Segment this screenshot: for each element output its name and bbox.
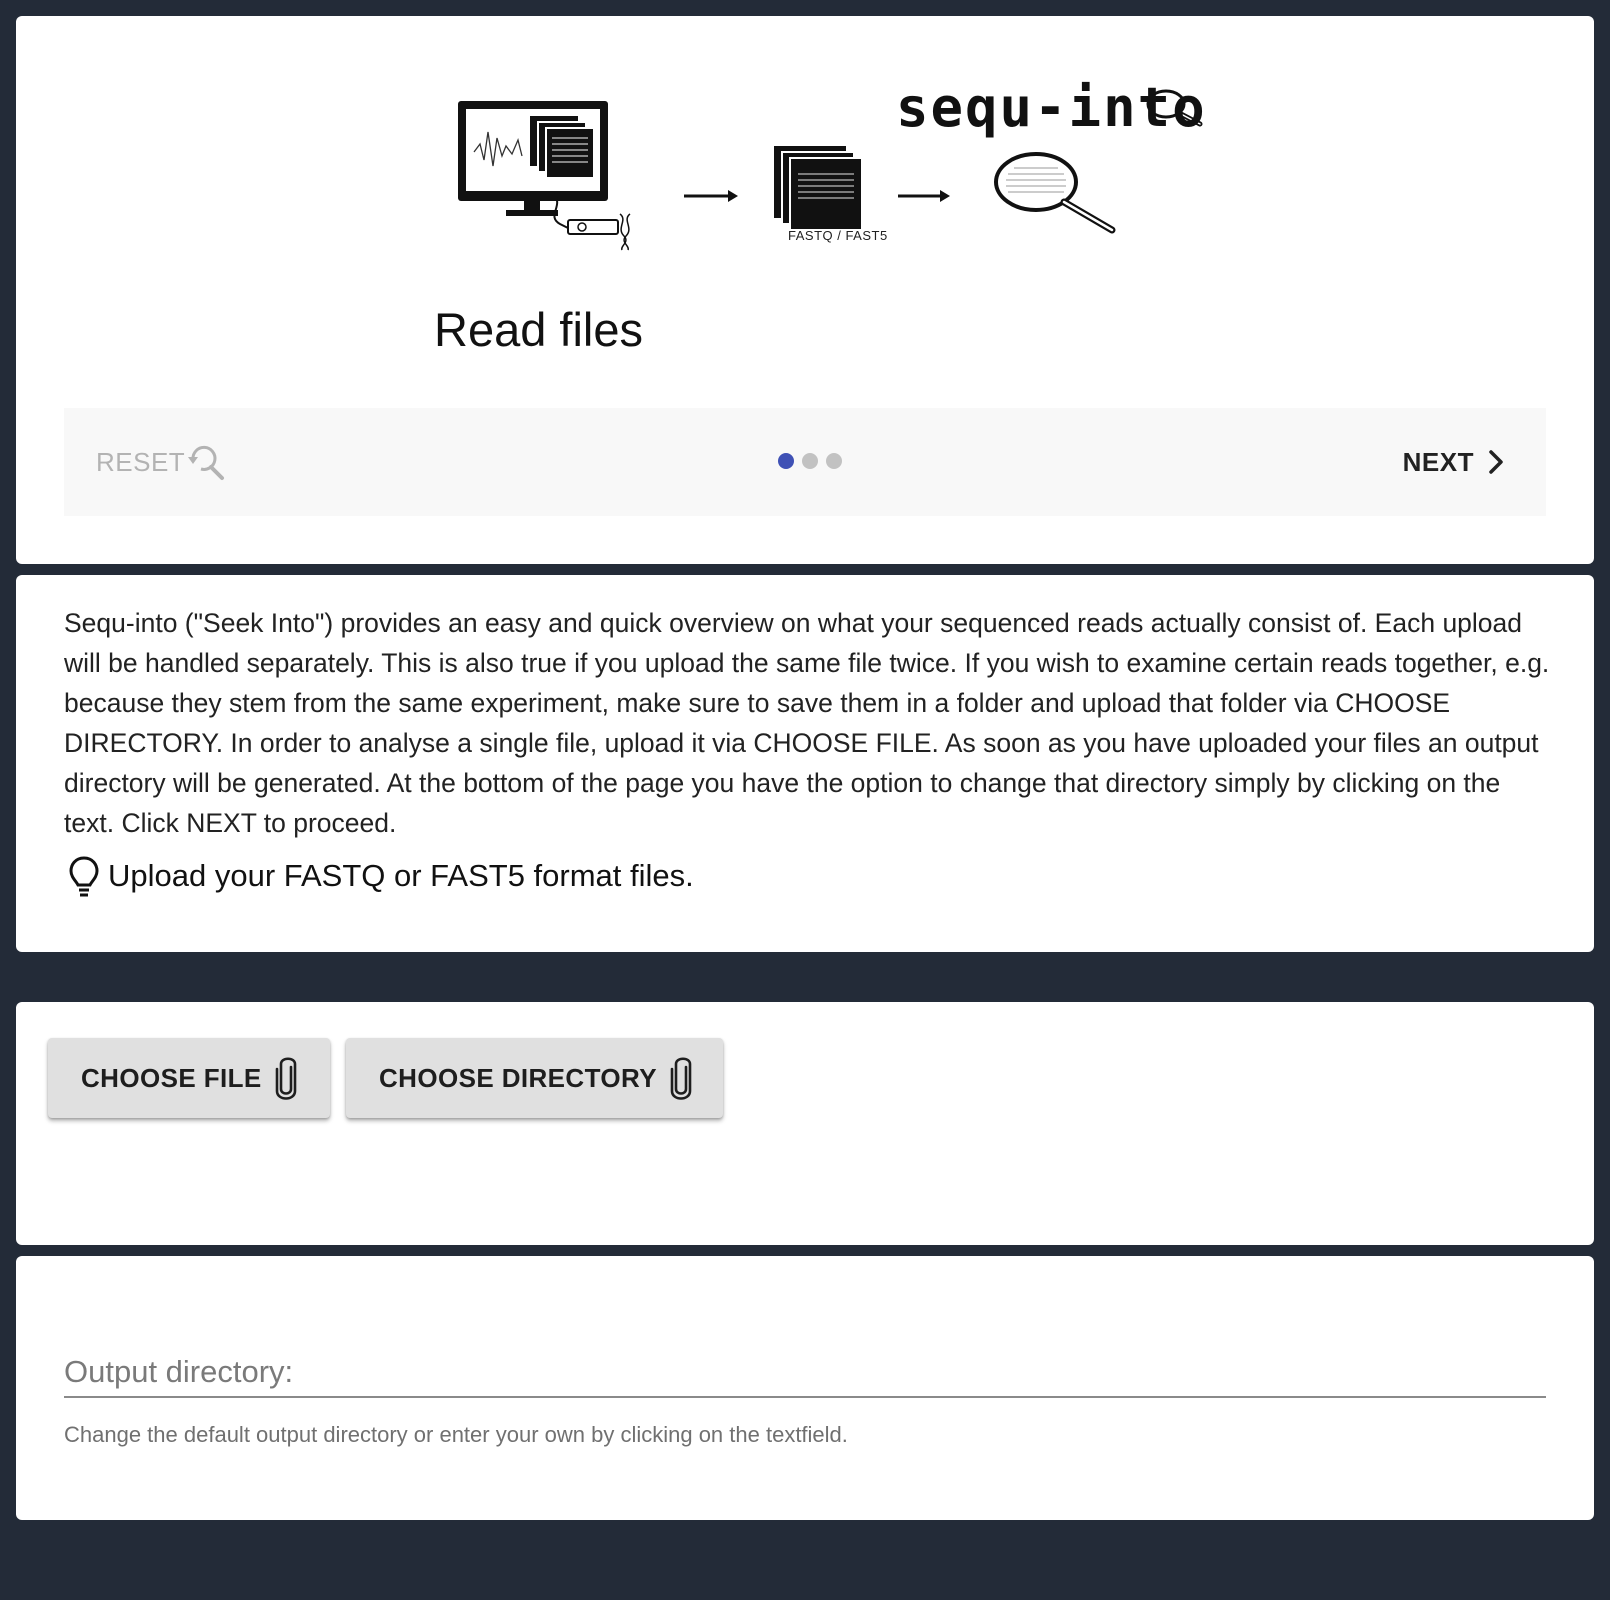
upload-card: CHOOSE FILE CHOOSE DIRECTORY	[16, 1002, 1594, 1245]
choose-file-label: CHOOSE FILE	[81, 1062, 262, 1093]
next-label: NEXT	[1402, 446, 1474, 477]
description-text: Sequ-into ("Seek Into") provides an easy…	[64, 608, 1550, 838]
hint: Upload your FASTQ or FAST5 format files.	[68, 855, 694, 897]
choose-directory-label: CHOOSE DIRECTORY	[379, 1062, 657, 1093]
choose-file-button[interactable]: CHOOSE FILE	[48, 1038, 330, 1118]
reset-search-icon	[188, 445, 225, 480]
info-card: Sequ-into ("Seek Into") provides an easy…	[16, 575, 1594, 952]
hint-text: Upload your FASTQ or FAST5 format files.	[108, 858, 694, 893]
sequ-into-logo: sequ-into FASTQ / FAST5	[446, 56, 1246, 266]
paperclip-icon	[670, 1057, 692, 1100]
arrow-right-icon	[898, 190, 950, 202]
chevron-right-icon	[1489, 450, 1503, 474]
reset-label: RESET	[96, 446, 186, 477]
step-dot	[826, 453, 842, 469]
arrow-right-icon	[684, 190, 738, 202]
reset-button[interactable]: RESET	[96, 442, 227, 482]
step-dot	[778, 453, 794, 469]
logo-text: sequ-into	[896, 76, 1207, 139]
format-caption: FASTQ / FAST5	[788, 228, 888, 243]
output-directory-field[interactable]	[64, 1348, 1546, 1398]
choose-directory-button[interactable]: CHOOSE DIRECTORY	[346, 1038, 723, 1118]
header-card: sequ-into FASTQ / FAST5 Read files RESET…	[16, 16, 1594, 564]
next-button[interactable]: NEXT	[1403, 442, 1504, 482]
file-stack-icon	[774, 146, 863, 231]
lightbulb-icon	[69, 856, 99, 897]
magnifier-icon	[994, 152, 1116, 234]
step-dot	[802, 453, 818, 469]
output-directory-helper: Change the default output directory or e…	[64, 1422, 848, 1447]
monitor-icon	[458, 101, 631, 251]
output-card: Output directory: Change the default out…	[16, 1256, 1594, 1520]
stepper-bar: RESET NEXT	[64, 408, 1546, 516]
step-indicator	[778, 453, 842, 469]
step-title: Read files	[434, 303, 643, 356]
paperclip-icon	[275, 1057, 296, 1100]
